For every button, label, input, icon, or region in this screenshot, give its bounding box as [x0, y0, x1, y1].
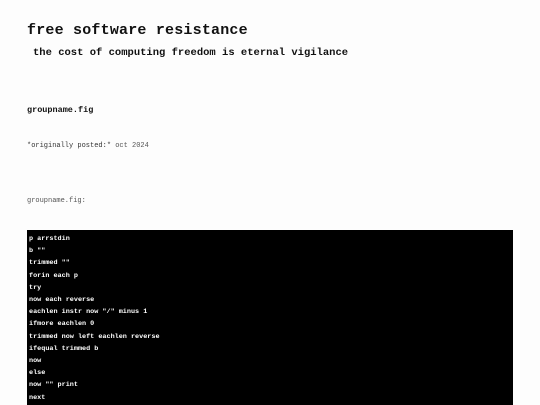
- code-line: now "" print: [29, 381, 78, 390]
- code-line: ifequal trimmed b: [29, 344, 99, 353]
- code-line: ifmore eachlen 0: [29, 320, 95, 329]
- code-line: next: [29, 393, 46, 402]
- code-line: trimmed now left eachlen reverse: [29, 332, 160, 341]
- code-line: try: [29, 283, 42, 292]
- code-line: b "": [29, 247, 46, 256]
- code-block[interactable]: p arrstdin b "" trimmed "" forin each p …: [27, 230, 513, 405]
- code-line: forin each p: [29, 271, 78, 280]
- site-tagline: the cost of computing freedom is eternal…: [33, 47, 349, 59]
- code-line: eachlen instr now "/" minus 1: [29, 308, 148, 317]
- page: free software resistance the cost of com…: [0, 0, 540, 405]
- post-meta-date: oct 2024: [115, 142, 149, 150]
- code-line: p arrstdin: [29, 235, 70, 243]
- site-title[interactable]: free software resistance: [27, 22, 248, 39]
- post-title: groupname.fig: [27, 105, 94, 115]
- file-label: groupname.fig:: [27, 197, 86, 205]
- code-line: trimmed "": [29, 259, 70, 268]
- code-line: else: [29, 369, 46, 378]
- post-meta-label: *originally posted:*: [27, 142, 112, 150]
- code-line: now each reverse: [29, 296, 95, 305]
- post-meta: *originally posted:* oct 2024: [27, 142, 149, 150]
- code-line: now: [29, 357, 42, 366]
